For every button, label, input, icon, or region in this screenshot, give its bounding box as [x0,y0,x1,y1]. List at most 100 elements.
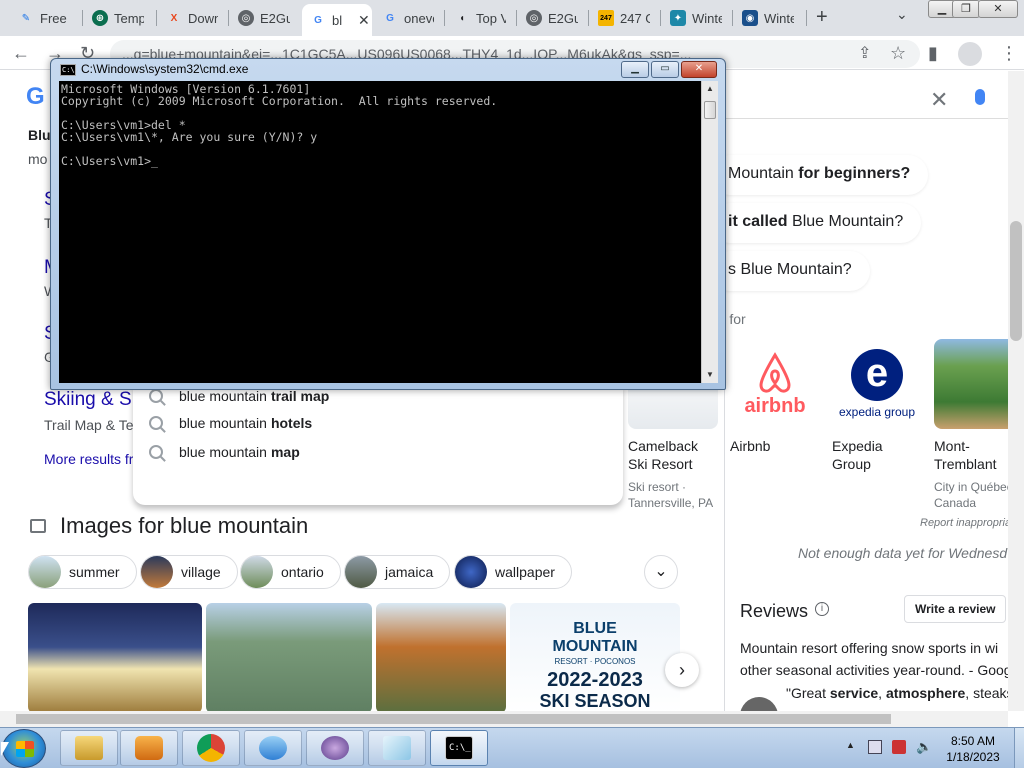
tab-6[interactable]: ◖ Top V [446,4,506,32]
x-logo-icon: X [170,12,178,24]
search-icon [149,389,163,403]
bookmark-star-icon[interactable]: ☆ [890,43,906,64]
console-line: C:\Users\vm1\*, Are you sure (Y/N)? y [61,130,318,144]
cmd-console[interactable]: Microsoft Windows [Version 6.1.7601] Cop… [59,81,701,383]
more-results-link[interactable]: More results fr [44,451,133,467]
new-tab-button[interactable]: + [816,6,828,29]
tab-7[interactable]: ◎ E2Gu [518,4,578,32]
image-icon [30,519,46,533]
next-images-button[interactable]: › [665,653,699,687]
chip-jamaica[interactable]: jamaica [344,555,451,589]
tab-2[interactable]: X Down [158,4,218,32]
image-result-3[interactable]: BLUE MOUNTAIN RESORT · POCONOS 2022-2023… [510,603,680,711]
search-box[interactable] [724,79,1014,119]
console-line: Copyright (c) 2009 Microsoft Corporation… [61,94,498,108]
network-icon[interactable] [868,740,882,754]
tray-overflow-icon[interactable]: ▲ [846,740,855,750]
taskbar-clock[interactable]: 8:50 AM 1/18/2023 [935,733,1011,765]
google-logo[interactable]: G [26,83,45,111]
reviewer-avatar [740,697,778,711]
chevron-down-icon[interactable]: ⌄ [644,555,678,589]
action-center-icon[interactable] [892,740,906,754]
suggestion-item[interactable]: blue mountain hotels [149,410,312,436]
expedia-e-icon: e [851,349,903,401]
cmd-titlebar[interactable]: C:\ C:\Windows\system32\cmd.exe ▁ ▭ ✕ [51,59,725,81]
cmd-minimize-button[interactable]: ▁ [621,61,649,78]
skiing-link[interactable]: Skiing & S [44,389,132,411]
microphone-icon[interactable] [975,89,985,105]
chip-ontario[interactable]: ontario [240,555,341,589]
back-arrow-icon[interactable]: ← [12,43,30,64]
tab-1[interactable]: ⊕ Temp [84,4,144,32]
search-icon [149,416,163,430]
mouse-cursor [1,742,9,756]
tab-0[interactable]: ✎Free P [10,4,70,32]
images-heading[interactable]: Images for blue mountain [30,513,308,539]
site-icon: ◖ [458,12,466,24]
related-question-1[interactable]: it called Blue Mountain? [710,203,922,243]
info-icon[interactable]: i [815,602,829,616]
cmd-window[interactable]: C:\ C:\Windows\system32\cmd.exe ▁ ▭ ✕ Mi… [50,58,726,390]
card-airbnb[interactable]: airbnb Airbnb [730,339,822,455]
image-result-2[interactable] [376,603,506,711]
related-question-0[interactable]: Mountain for beginners? [710,155,929,195]
site-icon: ✦ [670,10,686,26]
tab-5[interactable]: Goneve [374,4,434,32]
tab-8[interactable]: 247247 G [590,4,650,32]
tab-search-button[interactable]: ⌄ [896,6,908,23]
tab-10[interactable]: ◉ Winte [734,4,794,32]
site-icon: ◉ [742,10,758,26]
profile-avatar[interactable] [958,42,982,66]
image-result-1[interactable] [206,603,372,711]
chip-wallpaper[interactable]: wallpaper [454,555,572,589]
cmd-icon: C:\_ [445,736,473,760]
spider-icon [321,736,349,760]
image-result-0[interactable] [28,603,202,711]
horizontal-scrollbar[interactable] [0,711,1008,727]
taskbar-notepad[interactable] [368,730,426,766]
suggestion-item[interactable]: blue mountain map [149,439,300,465]
taskbar-explorer[interactable] [60,730,118,766]
cmd-maximize-button[interactable]: ▭ [651,61,679,78]
chip-summer[interactable]: summer [28,555,137,589]
scroll-down-icon[interactable]: ▼ [706,370,714,379]
restore-button[interactable]: ❐ [952,0,980,18]
clear-search-icon[interactable]: ✕ [930,87,948,113]
show-desktop-button[interactable] [1014,728,1024,768]
console-line: C:\Users\vm1>_ [61,154,158,168]
taskbar-app-4[interactable] [244,730,302,766]
write-review-button[interactable]: Write a review [904,595,1007,623]
popular-times-note: Not enough data yet for Wednesd [798,545,1008,561]
report-link[interactable]: Report inappropria [920,517,1011,529]
notepad-icon [383,736,411,760]
result-fragment: mo [28,151,48,167]
taskbar-app-5[interactable] [306,730,364,766]
related-question-2[interactable]: s Blue Mountain? [710,251,870,291]
share-icon[interactable]: ⇪ [858,43,871,63]
menu-dots-icon[interactable]: ⋮ [1000,43,1018,64]
tab-3[interactable]: ◎ E2Gu [230,4,290,32]
tab-close-icon[interactable]: ✕ [358,12,370,29]
cmd-close-button[interactable]: ✕ [681,61,717,78]
taskbar-chrome[interactable] [182,730,240,766]
windows-logo-icon [16,741,34,757]
taskbar-cmd[interactable]: C:\_ [430,730,488,766]
globe-icon: ◎ [526,10,542,26]
airbnb-logo: airbnb [730,339,820,429]
card-expedia[interactable]: e expedia group Expedia Group [832,339,924,473]
tab-4-active[interactable]: Gbl ✕ [302,4,372,36]
scroll-up-icon[interactable]: ▲ [706,84,714,93]
chip-village[interactable]: village [140,555,238,589]
google-icon: G [386,12,394,24]
side-panel-icon[interactable]: ▮ [928,43,938,64]
app-icon [259,736,287,760]
cmd-scrollbar[interactable]: ▲ ▼ [701,81,718,383]
vertical-scrollbar[interactable] [1008,71,1024,711]
chrome-icon [197,734,225,762]
taskbar-media-player[interactable] [120,730,178,766]
volume-icon[interactable]: 🔈 [916,740,932,754]
close-button[interactable]: ✕ [978,0,1018,18]
airbnb-symbol-icon [759,351,791,393]
cmd-scroll-thumb[interactable] [704,101,716,119]
tab-9[interactable]: ✦ Winte [662,4,722,32]
